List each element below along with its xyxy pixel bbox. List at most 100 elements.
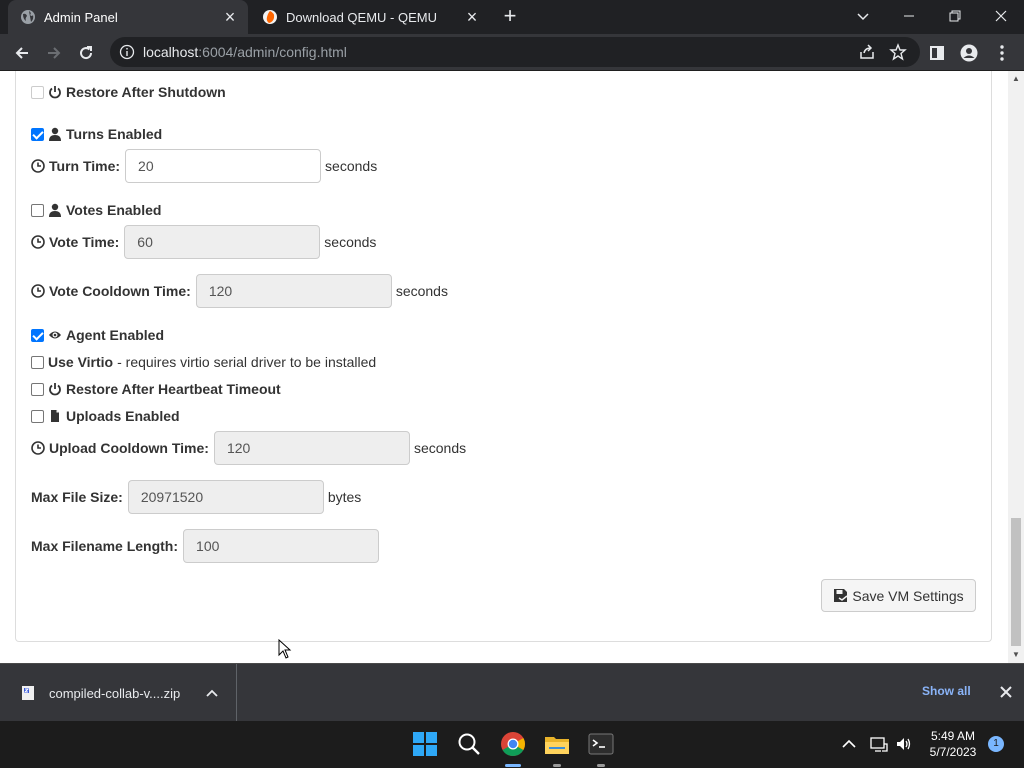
uploads-enabled-row: Uploads Enabled — [31, 408, 180, 424]
page-scrollbar[interactable]: ▲ ▼ — [1008, 71, 1024, 663]
vote-time-label: Vote Time: — [49, 234, 120, 250]
restore-after-shutdown-label: Restore After Shutdown — [66, 84, 226, 100]
user-icon — [49, 203, 61, 217]
votes-enabled-label: Votes Enabled — [66, 202, 162, 218]
close-download-shelf-icon[interactable] — [997, 683, 1015, 701]
volume-icon[interactable] — [895, 735, 913, 753]
browser-toolbar: localhost:6004/admin/config.html — [0, 34, 1024, 71]
vote-time-unit: seconds — [324, 234, 377, 250]
turn-time-row: Turn Time: seconds — [31, 149, 377, 183]
power-icon — [49, 383, 61, 396]
turn-time-input[interactable] — [125, 149, 322, 183]
share-icon[interactable] — [858, 43, 876, 61]
mouse-cursor-icon — [278, 639, 292, 659]
close-icon[interactable]: × — [220, 7, 240, 27]
network-icon[interactable] — [870, 735, 888, 753]
scroll-thumb[interactable] — [1011, 518, 1021, 646]
notification-badge[interactable]: 1 — [988, 736, 1004, 752]
system-clock[interactable]: 5:49 AM 5/7/2023 — [926, 728, 980, 760]
restore-after-shutdown-row: Restore After Shutdown — [31, 84, 226, 100]
terminal-open-indicator — [597, 764, 605, 767]
tab-title: Download QEMU - QEMU — [286, 9, 437, 25]
minimize-icon[interactable] — [886, 0, 932, 32]
turn-time-unit: seconds — [325, 158, 378, 174]
download-shelf: compiled-collab-v....zip Show all — [0, 663, 1024, 722]
turns-enabled-label: Turns Enabled — [66, 126, 163, 142]
power-icon — [49, 86, 61, 99]
info-icon[interactable] — [119, 44, 135, 60]
restore-after-shutdown-checkbox[interactable] — [31, 85, 44, 99]
clock-time: 5:49 AM — [930, 729, 976, 743]
back-icon[interactable] — [8, 39, 36, 67]
vote-time-row: Vote Time: seconds — [31, 225, 376, 259]
chevron-up-icon[interactable] — [205, 686, 219, 700]
restore-heartbeat-row: Restore After Heartbeat Timeout — [31, 381, 281, 397]
url-text: localhost:6004/admin/config.html — [143, 44, 347, 60]
file-explorer-icon[interactable] — [544, 731, 570, 757]
clock-icon — [31, 235, 45, 249]
save-icon — [834, 589, 848, 602]
tab-search-icon[interactable] — [840, 0, 886, 32]
scroll-up-icon[interactable]: ▲ — [1012, 75, 1020, 83]
windows-start-icon[interactable] — [412, 731, 438, 757]
tab-download-qemu[interactable]: Download QEMU - QEMU × — [250, 0, 490, 34]
max-filename-length-row: Max Filename Length: — [31, 529, 380, 563]
agent-enabled-checkbox[interactable] — [31, 328, 44, 342]
turns-enabled-row: Turns Enabled — [31, 126, 162, 142]
votes-enabled-row: Votes Enabled — [31, 202, 161, 218]
profile-icon[interactable] — [955, 39, 983, 67]
chrome-active-indicator — [505, 764, 521, 767]
forward-icon[interactable] — [40, 39, 68, 67]
upload-cooldown-row: Upload Cooldown Time: seconds — [31, 431, 466, 465]
chrome-icon[interactable] — [500, 731, 526, 757]
turns-enabled-checkbox[interactable] — [31, 127, 44, 141]
side-panel-icon[interactable] — [923, 39, 951, 67]
restore-icon[interactable] — [932, 0, 978, 32]
use-virtio-checkbox[interactable] — [31, 355, 44, 369]
clock-icon — [31, 159, 45, 173]
max-file-size-input[interactable] — [127, 480, 324, 514]
scroll-down-icon[interactable]: ▼ — [1012, 651, 1020, 659]
download-file-name: compiled-collab-v....zip — [49, 685, 181, 701]
user-icon — [49, 127, 61, 141]
turn-time-label: Turn Time: — [49, 158, 121, 174]
search-icon[interactable] — [456, 731, 482, 757]
max-filename-length-label: Max Filename Length: — [31, 538, 179, 554]
close-icon[interactable]: × — [462, 7, 482, 27]
new-tab-button[interactable]: + — [498, 5, 522, 29]
use-virtio-note: - requires virtio serial driver to be in… — [117, 354, 377, 370]
chevron-up-icon[interactable] — [840, 735, 858, 753]
vote-cooldown-unit: seconds — [395, 283, 448, 299]
uploads-enabled-checkbox[interactable] — [31, 409, 44, 423]
upload-cooldown-label: Upload Cooldown Time: — [49, 440, 209, 456]
reload-icon[interactable] — [72, 39, 100, 67]
agent-enabled-label: Agent Enabled — [66, 327, 165, 343]
address-bar[interactable]: localhost:6004/admin/config.html — [110, 37, 920, 67]
use-virtio-label: Use Virtio — [48, 354, 114, 370]
windows-taskbar: 5:49 AM 5/7/2023 1 — [0, 721, 1024, 768]
uploads-enabled-label: Uploads Enabled — [66, 408, 180, 424]
restore-heartbeat-checkbox[interactable] — [31, 382, 44, 396]
download-item[interactable]: compiled-collab-v....zip — [0, 664, 237, 722]
vote-cooldown-label: Vote Cooldown Time: — [49, 283, 191, 299]
save-vm-settings-button[interactable]: Save VM Settings — [821, 579, 976, 612]
max-filename-length-input[interactable] — [183, 529, 380, 563]
bookmark-star-icon[interactable] — [889, 43, 907, 61]
clock-icon — [31, 284, 45, 298]
vote-time-input[interactable] — [124, 225, 321, 259]
votes-enabled-checkbox[interactable] — [31, 203, 44, 217]
save-button-label: Save VM Settings — [852, 587, 964, 604]
qemu-icon — [263, 10, 277, 24]
zip-file-icon — [22, 686, 34, 700]
menu-icon[interactable] — [988, 39, 1016, 67]
max-file-size-row: Max File Size: bytes — [31, 480, 361, 514]
clock-icon — [31, 441, 45, 455]
show-all-downloads-link[interactable]: Show all — [922, 684, 971, 698]
terminal-icon[interactable] — [588, 731, 614, 757]
tab-admin-panel[interactable]: Admin Panel × — [8, 0, 248, 34]
vote-cooldown-input[interactable] — [195, 274, 392, 308]
window-close-icon[interactable] — [978, 0, 1024, 32]
upload-cooldown-unit: seconds — [413, 440, 467, 456]
upload-cooldown-input[interactable] — [213, 431, 410, 465]
explorer-open-indicator — [553, 764, 561, 767]
